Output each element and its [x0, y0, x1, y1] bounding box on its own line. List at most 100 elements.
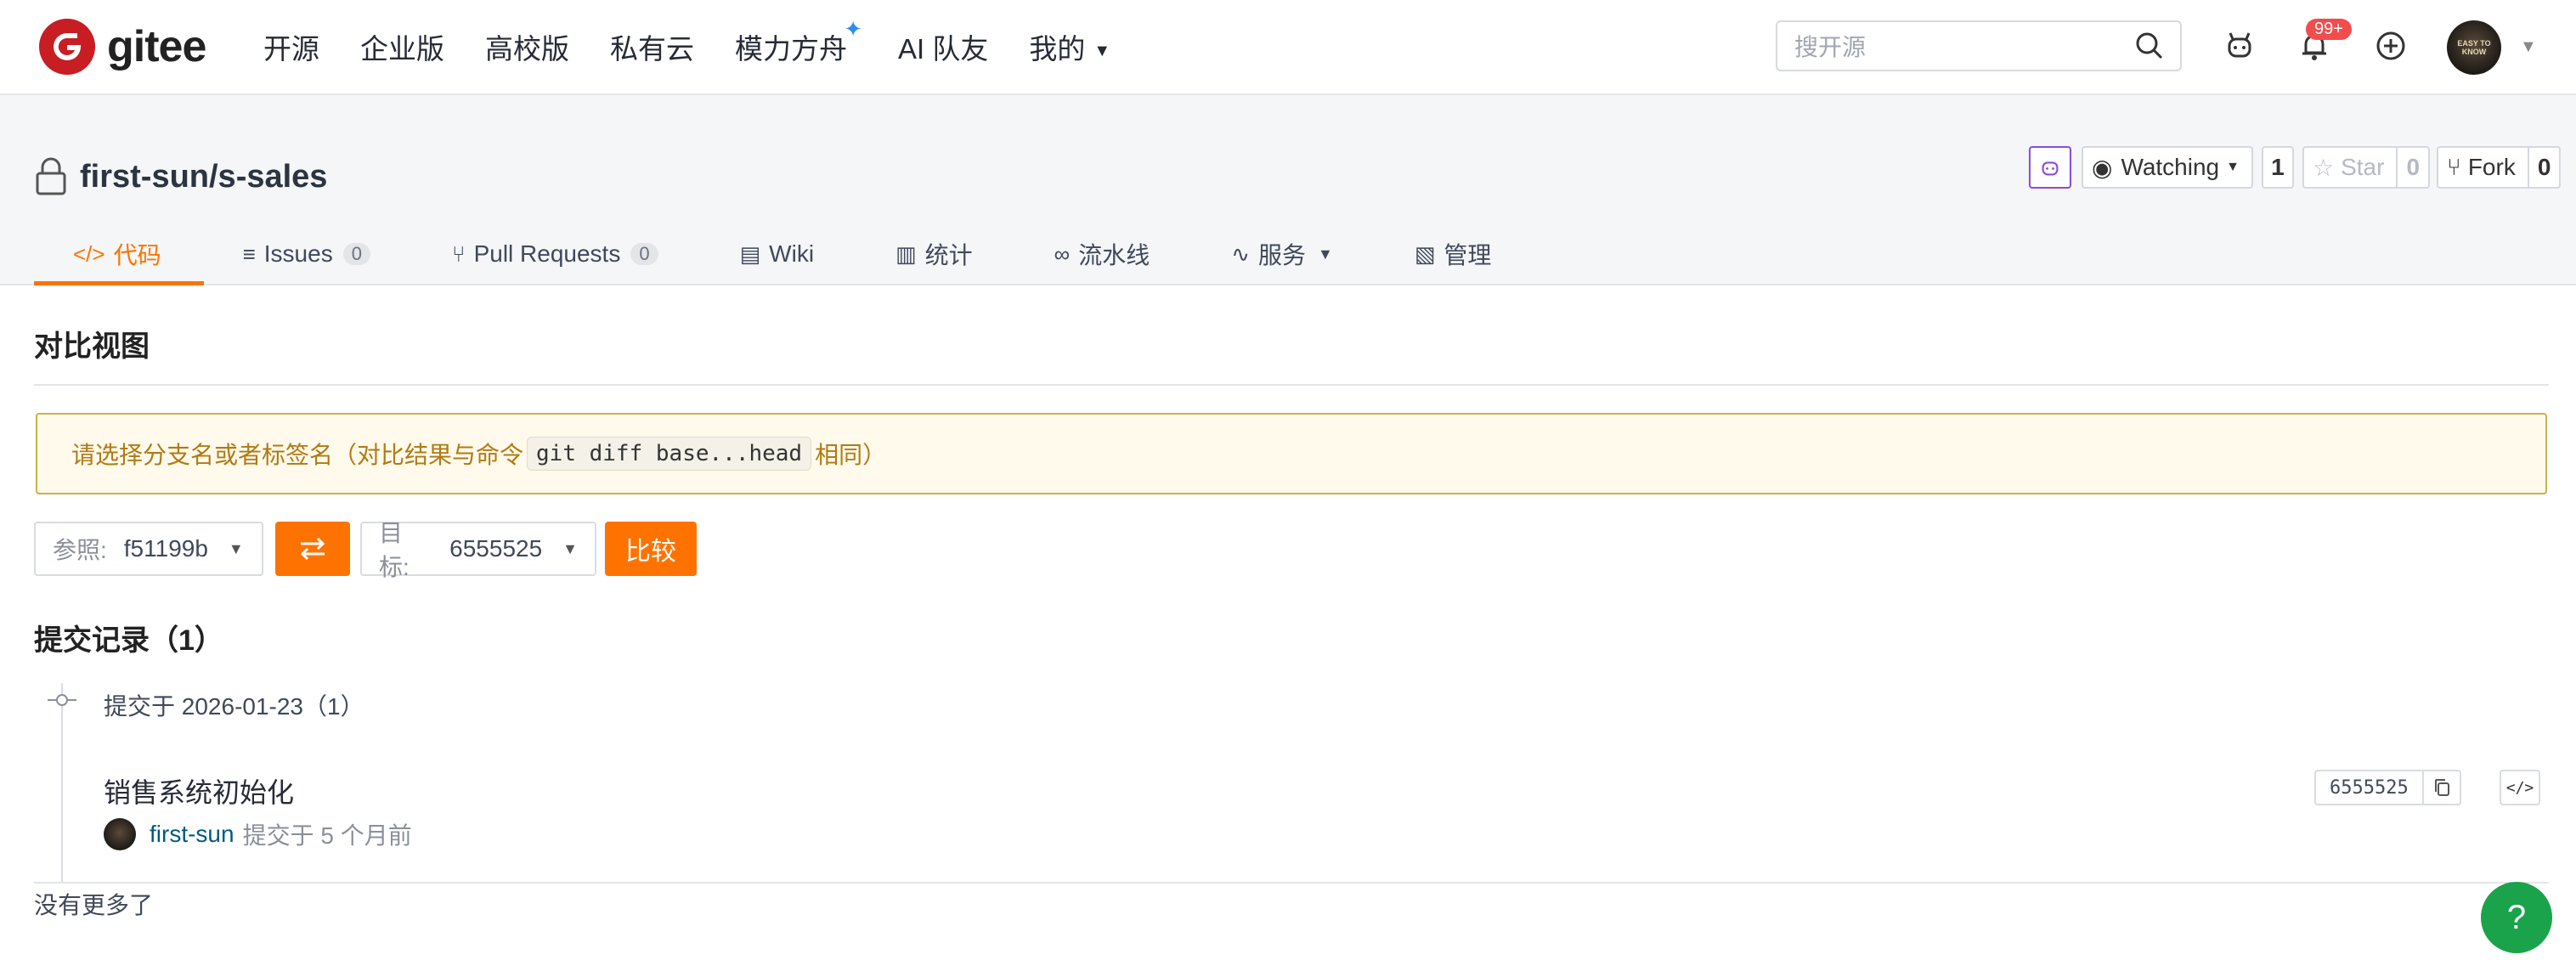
copy-icon[interactable] [2423, 770, 2461, 805]
manage-icon: ▧ [1414, 240, 1436, 267]
caret-down-icon: ▼ [228, 539, 244, 557]
nav-item-opensource[interactable]: 开源 [263, 26, 319, 67]
pipeline-icon: ∞ [1054, 240, 1071, 267]
commit-node-icon [48, 694, 76, 706]
swap-icon [300, 537, 325, 561]
divider [34, 882, 2549, 884]
browse-code-icon[interactable]: </> [2500, 770, 2540, 805]
fork-label: Fork [2467, 154, 2516, 180]
base-value: f51199b [123, 535, 208, 562]
logo-text: gitee [107, 22, 206, 71]
tab-wiki[interactable]: ▤ Wiki [701, 224, 856, 284]
watch-button[interactable]: ◉ Watching ▼ [2082, 146, 2253, 189]
divider [34, 384, 2549, 386]
search-input[interactable]: 搜开源 [1776, 20, 2182, 71]
tab-label: 管理 [1443, 242, 1492, 268]
caret-down-icon: ▼ [562, 539, 578, 557]
gitee-logo-icon [39, 19, 95, 75]
help-button[interactable]: ? [2481, 882, 2552, 953]
gitee-logo[interactable]: gitee [39, 19, 206, 75]
notice-code: git diff base...head [527, 437, 812, 471]
tab-label: 流水线 [1078, 242, 1150, 268]
plus-circle-icon[interactable] [2374, 29, 2408, 63]
tab-count: 0 [630, 243, 658, 265]
repo-title: first-sun/s-sales [34, 156, 327, 197]
star-label: Star [2341, 154, 2385, 180]
caret-down-icon[interactable]: ▼ [2520, 37, 2537, 57]
tab-pipeline[interactable]: ∞ 流水线 [1015, 224, 1193, 284]
nav-item-moli[interactable]: 模力方舟 ✦ [735, 16, 862, 67]
issues-icon: ≡ [242, 240, 256, 267]
tab-label: Issues [263, 240, 333, 267]
base-select[interactable]: 参照: f51199b ▼ [34, 522, 263, 576]
tab-label: 服务 [1258, 242, 1307, 268]
target-select[interactable]: 目标: 6555525 ▼ [360, 520, 596, 580]
commit-time: 提交于 5 个月前 [242, 822, 412, 849]
commit-message[interactable]: 销售系统初始化 [104, 771, 294, 810]
robot-icon [2042, 161, 2059, 176]
tab-pull-requests[interactable]: ⑂ Pull Requests 0 [413, 224, 701, 284]
ai-assistant-icon[interactable] [2223, 29, 2257, 63]
tab-label: Pull Requests [473, 240, 621, 267]
target-label: 目标: [379, 520, 410, 580]
main-nav: 开源 企业版 高校版 私有云 模力方舟 ✦ AI 队友 我的 ▼ [263, 16, 1151, 68]
bar-chart-icon: ▥ [895, 240, 917, 267]
repo-header: first-sun/s-sales ◉ Watching ▼ 1 ☆ Star 0 ⑂… [0, 95, 2576, 285]
search-placeholder: 搜开源 [1794, 34, 1867, 60]
author-avatar[interactable] [104, 818, 136, 850]
nav-item-ai-teammate[interactable]: AI 队友 [898, 26, 988, 67]
commit-sha[interactable]: 6555525 [2314, 770, 2424, 805]
target-value: 6555525 [449, 535, 543, 562]
tab-code[interactable]: </> 代码 [34, 224, 204, 285]
repo-name[interactable]: first-sun/s-sales [80, 159, 327, 195]
commit-meta: first-sun 提交于 5 个月前 [104, 817, 412, 851]
book-icon: ▤ [739, 240, 761, 267]
tab-manage[interactable]: ▧ 管理 [1376, 224, 1534, 284]
tab-label: 代码 [113, 242, 161, 268]
commit-author[interactable]: first-sun [150, 821, 234, 848]
pull-request-icon: ⑂ [451, 240, 466, 267]
star-icon: ☆ [2312, 154, 2335, 181]
fork-count: 0 [2527, 148, 2560, 187]
nav-item-private-cloud[interactable]: 私有云 [610, 26, 694, 67]
tab-services[interactable]: ∿ 服务 ▼ [1192, 224, 1376, 284]
fork-icon: ⑂ [2447, 154, 2461, 180]
nav-item-enterprise[interactable]: 企业版 [360, 26, 444, 67]
base-label: 参照: [53, 537, 107, 563]
caret-down-icon: ▼ [2226, 160, 2240, 174]
nav-item-education[interactable]: 高校版 [485, 26, 569, 67]
nav-item-mine-label: 我的 [1029, 33, 1086, 65]
fork-button[interactable]: ⑂ Fork 0 [2437, 146, 2562, 189]
caret-down-icon: ▼ [1318, 245, 1333, 263]
tab-label: 统计 [924, 242, 973, 268]
notice-text-after: 相同） [815, 442, 887, 468]
tab-issues[interactable]: ≡ Issues 0 [204, 224, 413, 284]
nav-item-mine[interactable]: 我的 ▼ [1029, 26, 1110, 67]
timeline-line [61, 683, 63, 884]
star-count: 0 [2396, 148, 2428, 187]
eye-icon: ◉ [2092, 154, 2113, 181]
pulse-icon: ∿ [1231, 240, 1250, 267]
tab-count: 0 [342, 243, 370, 265]
compare-button[interactable]: 比较 [605, 522, 697, 576]
commit-sha-group: 6555525 [2314, 770, 2461, 805]
tab-label: Wiki [769, 240, 815, 267]
tab-stats[interactable]: ▥ 统计 [856, 224, 1015, 284]
no-more-text: 没有更多了 [34, 892, 154, 918]
user-avatar[interactable]: EASY TO KNOW [2447, 20, 2501, 75]
swap-button[interactable] [275, 522, 350, 576]
watch-label: Watching [2121, 154, 2220, 180]
sparkle-icon: ✦ [844, 16, 862, 42]
page-title: 对比视图 [34, 330, 150, 363]
compare-notice: 请选择分支名或者标签名（对比结果与命令 git diff base...head… [36, 413, 2547, 494]
notice-text-before: 请选择分支名或者标签名（对比结果与命令 [71, 442, 524, 468]
top-navbar: gitee 开源 企业版 高校版 私有云 模力方舟 ✦ AI 队友 我的 ▼ 搜开源… [0, 0, 2576, 95]
watch-count[interactable]: 1 [2261, 146, 2294, 189]
commit-day-header: 提交于 2026-01-23（1） [104, 693, 364, 720]
repo-tabs: </> 代码 ≡ Issues 0 ⑂ Pull Requests 0 ▤ Wi… [34, 224, 1534, 285]
search-icon[interactable] [2133, 29, 2166, 63]
star-button[interactable]: ☆ Star 0 [2302, 146, 2431, 189]
repo-actions: ◉ Watching ▼ 1 ☆ Star 0 ⑂ Fork 0 [2029, 146, 2562, 189]
ai-robot-button[interactable] [2029, 146, 2071, 189]
avatar-text: EASY TO KNOW [2457, 39, 2491, 56]
